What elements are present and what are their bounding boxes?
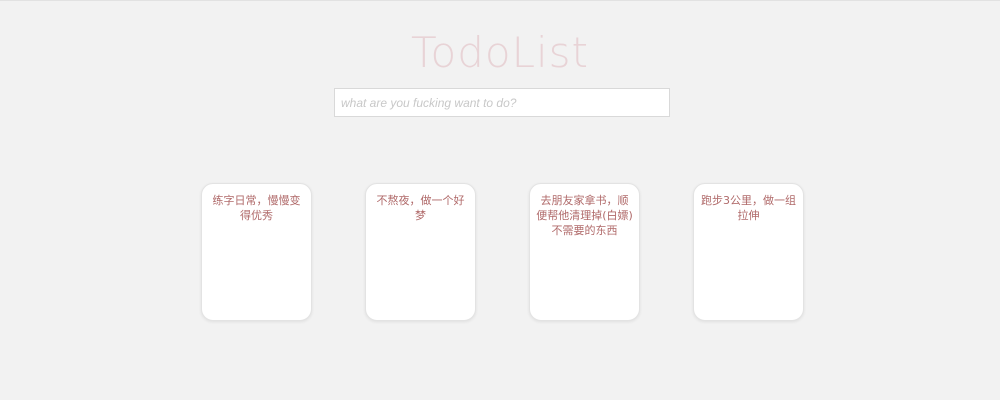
todo-card[interactable]: 不熬夜，做一个好梦 [365,183,476,321]
top-divider [0,0,1000,1]
todo-text: 跑步3公里，做一组拉伸 [701,194,796,222]
todo-card[interactable]: 练字日常，慢慢变得优秀 [201,183,312,321]
todo-text: 去朋友家拿书，顺便帮他清理掉(白嫖)不需要的东西 [536,194,633,237]
app-title: TodoList [411,28,589,77]
todo-text: 练字日常，慢慢变得优秀 [212,194,301,222]
todo-card[interactable]: 去朋友家拿书，顺便帮他清理掉(白嫖)不需要的东西 [529,183,640,321]
todo-card[interactable]: 跑步3公里，做一组拉伸 [693,183,804,321]
todo-text: 不熬夜，做一个好梦 [376,194,465,222]
todo-input[interactable] [334,88,670,117]
